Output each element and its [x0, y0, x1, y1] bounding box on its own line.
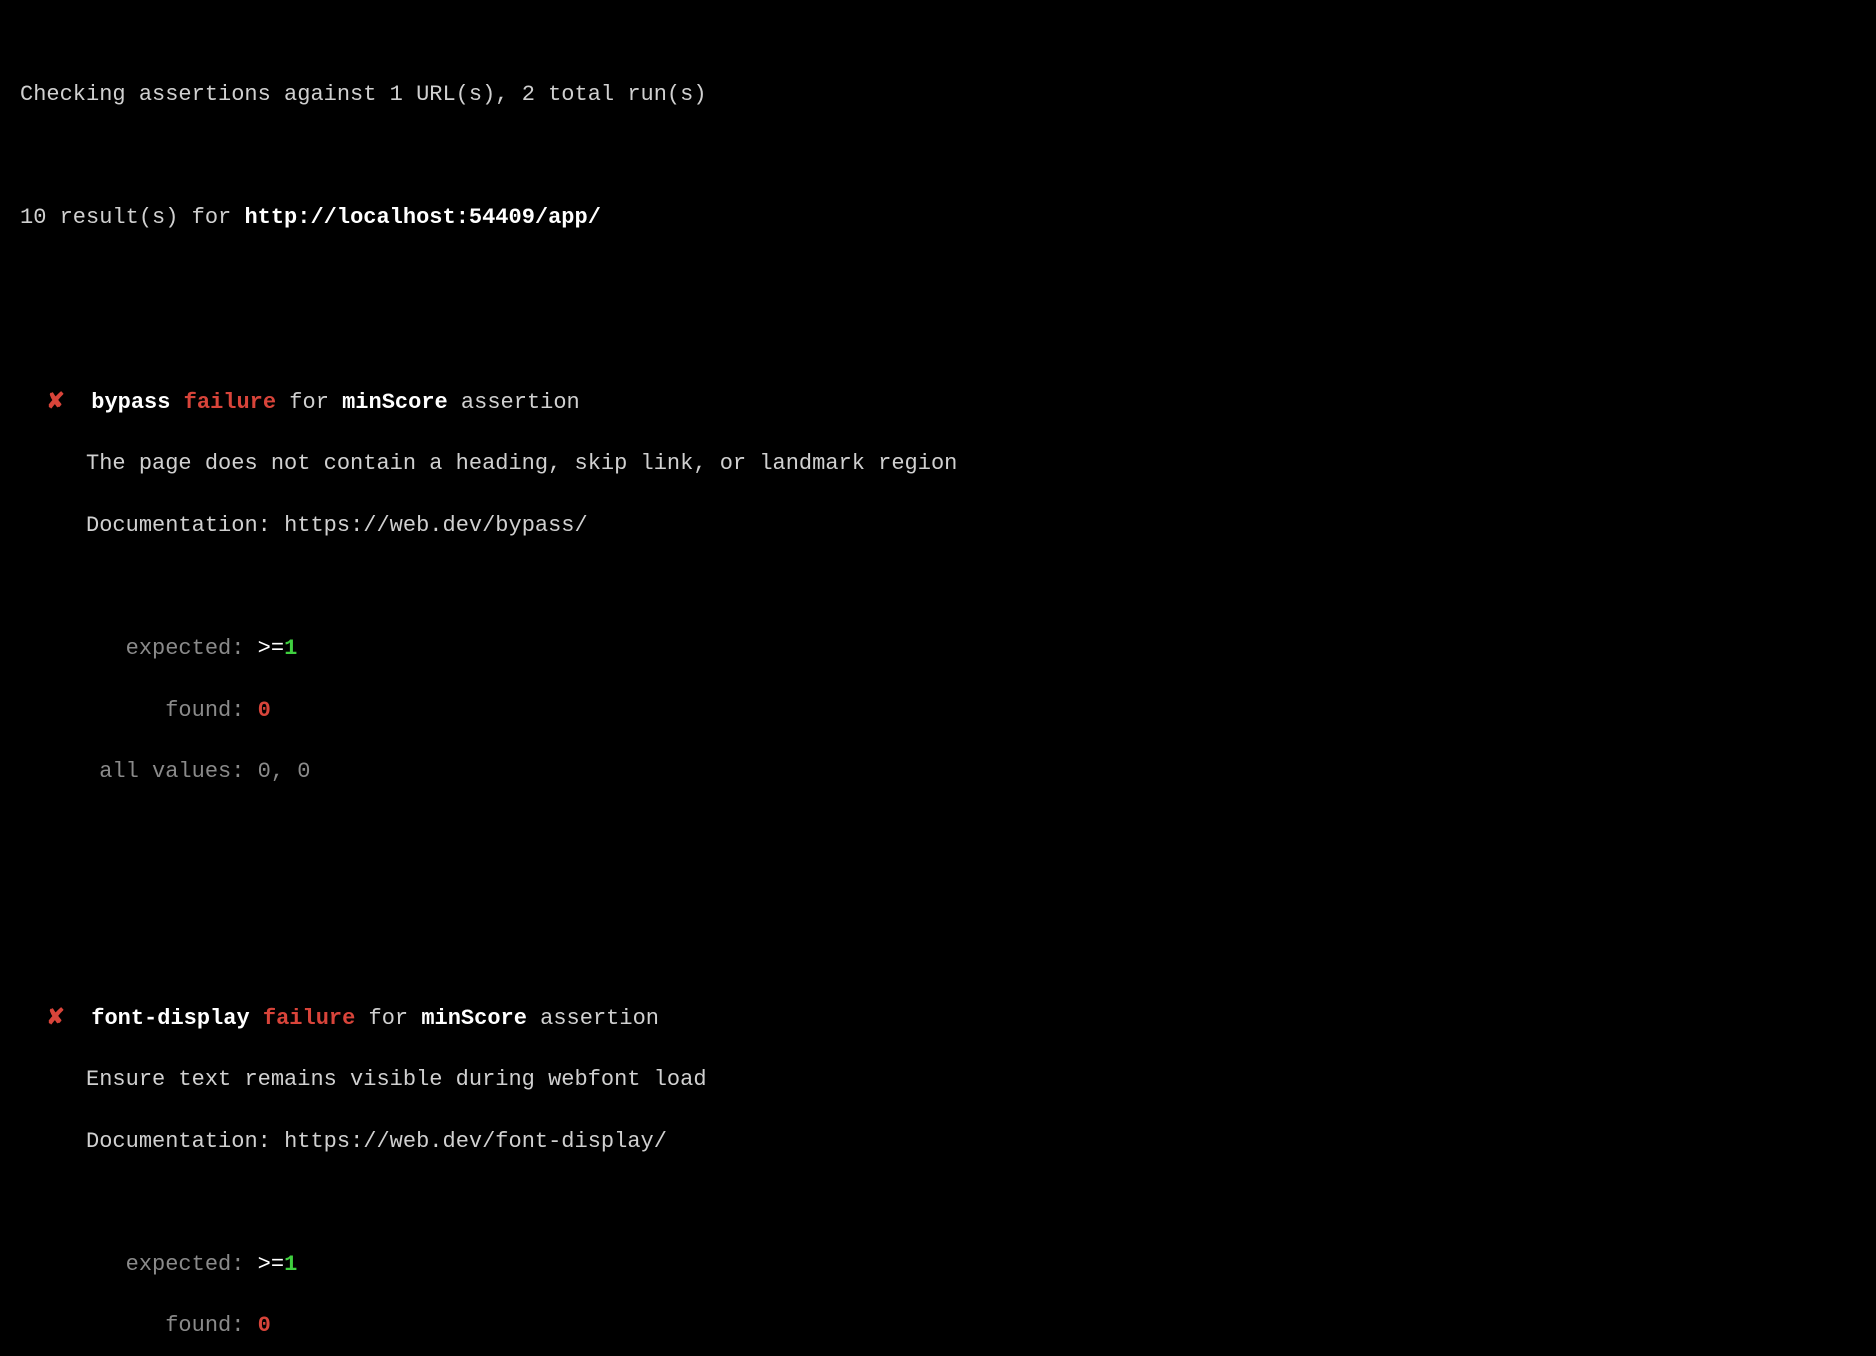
description-text: The page does not contain a heading, ski…	[86, 451, 957, 476]
found-value: 0	[258, 698, 271, 723]
terminal-output: Checking assertions against 1 URL(s), 2 …	[0, 0, 1876, 1356]
for-word: for	[355, 1006, 421, 1031]
found-label: found:	[112, 1313, 257, 1338]
results-url: http://localhost:54409/app/	[244, 205, 600, 230]
expected-op: >=	[258, 1252, 284, 1277]
cross-icon: ✘	[46, 390, 64, 415]
assertion-suffix: assertion	[527, 1006, 659, 1031]
failure-title: ✘ bypass failure for minScore assertion	[20, 388, 1856, 419]
found-label: found:	[112, 698, 257, 723]
expected-value: 1	[284, 1252, 297, 1277]
found-row: found: 0	[20, 696, 1856, 727]
audit-name: bypass	[91, 390, 170, 415]
doc-url: https://web.dev/bypass/	[284, 513, 588, 538]
expected-label: expected:	[112, 636, 257, 661]
expected-row: expected: >=1	[20, 634, 1856, 665]
found-value: 0	[258, 1313, 271, 1338]
results-count: 10	[20, 205, 46, 230]
doc-url: https://web.dev/font-display/	[284, 1129, 667, 1154]
assertion-kind: minScore	[421, 1006, 527, 1031]
assertion-kind: minScore	[342, 390, 448, 415]
expected-row: expected: >=1	[20, 1250, 1856, 1281]
documentation-line: Documentation: https://web.dev/font-disp…	[20, 1127, 1856, 1158]
results-mid: result(s) for	[46, 205, 244, 230]
results-header: 10 result(s) for http://localhost:54409/…	[20, 203, 1856, 234]
failure-description: The page does not contain a heading, ski…	[20, 449, 1856, 480]
cross-icon: ✘	[46, 1006, 64, 1031]
failure-word: failure	[263, 1006, 355, 1031]
checking-suffix: total run(s)	[535, 82, 707, 107]
documentation-line: Documentation: https://web.dev/bypass/	[20, 511, 1856, 542]
found-row: found: 0	[20, 1311, 1856, 1342]
checking-line: Checking assertions against 1 URL(s), 2 …	[20, 80, 1856, 111]
doc-label: Documentation:	[86, 513, 284, 538]
failure-title: ✘ font-display failure for minScore asse…	[20, 1004, 1856, 1035]
description-text: Ensure text remains visible during webfo…	[86, 1067, 707, 1092]
all-values-label: all values:	[99, 759, 257, 784]
run-count: 2	[522, 82, 535, 107]
all-values: 0, 0	[258, 759, 311, 784]
all-values-row: all values: 0, 0	[20, 757, 1856, 788]
failure-word: failure	[184, 390, 276, 415]
expected-op: >=	[258, 636, 284, 661]
assertion-suffix: assertion	[448, 390, 580, 415]
doc-label: Documentation:	[86, 1129, 284, 1154]
expected-label: expected:	[112, 1252, 257, 1277]
for-word: for	[276, 390, 342, 415]
expected-value: 1	[284, 636, 297, 661]
failure-description: Ensure text remains visible during webfo…	[20, 1065, 1856, 1096]
checking-mid: URL(s),	[403, 82, 522, 107]
url-count: 1	[390, 82, 403, 107]
checking-prefix: Checking assertions against	[20, 82, 390, 107]
audit-name: font-display	[91, 1006, 249, 1031]
